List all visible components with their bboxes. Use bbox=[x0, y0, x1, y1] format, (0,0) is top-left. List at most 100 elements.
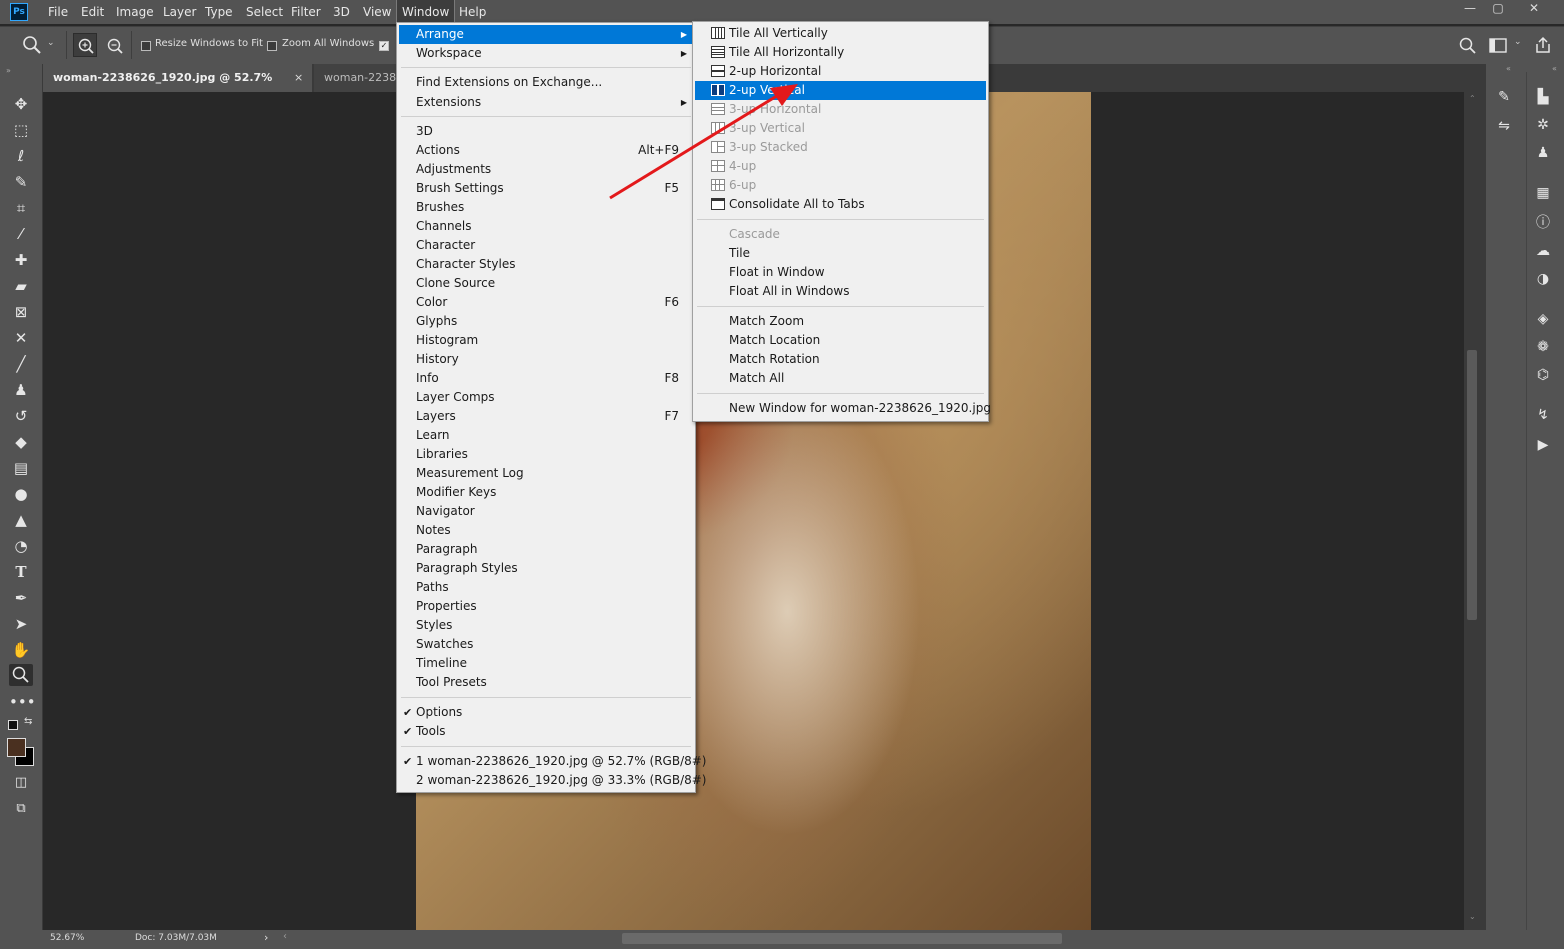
eraser-tool-icon[interactable]: ◆ bbox=[9, 431, 33, 453]
marquee-tool-icon[interactable]: ⬚ bbox=[9, 119, 33, 141]
adjustments-panel-icon[interactable]: ◑ bbox=[1531, 268, 1555, 290]
menu-item-timeline[interactable]: Timeline bbox=[399, 654, 693, 673]
menu-item-navigator[interactable]: Navigator bbox=[399, 502, 693, 521]
paths-panel-icon[interactable]: ⌬ bbox=[1531, 364, 1555, 386]
menu-item-color[interactable]: Color F6 bbox=[399, 293, 693, 312]
menu-item-float-in-window[interactable]: Float in Window bbox=[695, 263, 986, 282]
menu-item-histogram[interactable]: Histogram bbox=[399, 331, 693, 350]
tool-preset-chevron-icon[interactable]: ⌄ bbox=[47, 38, 55, 48]
menu-item-tile[interactable]: Tile bbox=[695, 244, 986, 263]
menu-select[interactable]: Select bbox=[241, 0, 288, 24]
menu-item-swatches[interactable]: Swatches bbox=[399, 635, 693, 654]
zoom-tool-selected-icon[interactable] bbox=[9, 664, 33, 686]
menu-item-match-location[interactable]: Match Location bbox=[695, 331, 986, 350]
menu-item-paths[interactable]: Paths bbox=[399, 578, 693, 597]
scroll-left-icon[interactable]: ‹ bbox=[283, 931, 287, 942]
menu-filter[interactable]: Filter bbox=[286, 0, 326, 24]
blur-tool-icon[interactable]: ● bbox=[9, 483, 33, 505]
menu-item-tool-presets[interactable]: Tool Presets bbox=[399, 673, 693, 692]
document-tab[interactable]: woman-2238626 bbox=[314, 64, 404, 92]
menu-item-workspace[interactable]: Workspace ▶ bbox=[399, 44, 693, 63]
brush-tool-icon[interactable]: ╱ bbox=[9, 353, 33, 375]
menu-item-properties[interactable]: Properties bbox=[399, 597, 693, 616]
patch-tool-icon[interactable]: ▰ bbox=[9, 275, 33, 297]
adjust-panel-icon[interactable]: ⇋ bbox=[1492, 115, 1516, 137]
collapse-dock-icon[interactable]: « bbox=[1552, 64, 1557, 73]
dodge-tool-icon[interactable]: ◔ bbox=[9, 535, 33, 557]
tab-close-icon[interactable]: × bbox=[294, 64, 303, 92]
menu-item-learn[interactable]: Learn bbox=[399, 426, 693, 445]
scroll-down-icon[interactable]: ⌄ bbox=[1469, 912, 1476, 921]
channels-panel-icon[interactable]: ❁ bbox=[1531, 336, 1555, 358]
menu-item-paragraph-styles[interactable]: Paragraph Styles bbox=[399, 559, 693, 578]
menu-item-tile-all-horizontally[interactable]: Tile All Horizontally bbox=[695, 43, 986, 62]
timeline-play-icon[interactable]: ▶ bbox=[1531, 434, 1555, 456]
menu-item-options[interactable]: ✔ Options bbox=[399, 703, 693, 722]
menu-item-float-all-in-windows[interactable]: Float All in Windows bbox=[695, 282, 986, 301]
brush-settings-panel-icon[interactable]: ✎ bbox=[1492, 86, 1516, 108]
quick-mask-icon[interactable]: ◫ bbox=[9, 772, 33, 794]
sharpen-tool-icon[interactable]: ▲ bbox=[9, 509, 33, 531]
menu-item-styles[interactable]: Styles bbox=[399, 616, 693, 635]
menu-item-info[interactable]: Info F8 bbox=[399, 369, 693, 388]
menu-item-paragraph[interactable]: Paragraph bbox=[399, 540, 693, 559]
collapse-panel-icon[interactable]: » bbox=[6, 66, 11, 75]
document-tab-active[interactable]: woman-2238626_1920.jpg @ 52.7% (RGB/8#) … bbox=[42, 64, 312, 112]
menu-item-document-2[interactable]: 2 woman-2238626_1920.jpg @ 33.3% (RGB/8#… bbox=[399, 771, 706, 790]
pen-tool-icon[interactable]: ✒ bbox=[9, 587, 33, 609]
resize-windows-checkbox[interactable] bbox=[141, 41, 151, 51]
gradient-tool-icon[interactable]: ▤ bbox=[9, 457, 33, 479]
move-tool-icon[interactable]: ✥ bbox=[9, 93, 33, 115]
maximize-icon[interactable]: ▢ bbox=[1480, 0, 1516, 18]
menu-item-tile-all-vertically[interactable]: Tile All Vertically bbox=[695, 24, 986, 43]
swap-colors-icon[interactable]: ⇆ bbox=[24, 716, 32, 727]
frame-tool-icon[interactable]: ⊠ bbox=[9, 301, 33, 323]
menu-image[interactable]: Image bbox=[111, 0, 159, 24]
content-aware-move-tool-icon[interactable]: ✕ bbox=[9, 327, 33, 349]
menu-item-notes[interactable]: Notes bbox=[399, 521, 693, 540]
menu-3d[interactable]: 3D bbox=[328, 0, 355, 24]
horizontal-scroll-thumb[interactable] bbox=[622, 933, 1062, 944]
workspace-chevron-icon[interactable]: ⌄ bbox=[1514, 37, 1522, 47]
menu-item-history[interactable]: History bbox=[399, 350, 693, 369]
menu-file[interactable]: File bbox=[43, 0, 73, 24]
path-selection-tool-icon[interactable]: ➤ bbox=[9, 613, 33, 635]
menu-layer[interactable]: Layer bbox=[158, 0, 201, 24]
search-icon[interactable] bbox=[1458, 36, 1478, 56]
crop-tool-icon[interactable]: ⌗ bbox=[9, 197, 33, 219]
workspace-icon[interactable] bbox=[1489, 37, 1509, 55]
share-icon[interactable] bbox=[1533, 35, 1553, 55]
menu-item-measurement-log[interactable]: Measurement Log bbox=[399, 464, 693, 483]
menu-window[interactable]: Window bbox=[395, 0, 456, 25]
menu-item-character-styles[interactable]: Character Styles bbox=[399, 255, 693, 274]
zoom-all-windows-checkbox[interactable] bbox=[267, 41, 277, 51]
clone-stamp-tool-icon[interactable]: ♟ bbox=[9, 379, 33, 401]
hand-tool-icon[interactable]: ✋ bbox=[9, 639, 33, 661]
navigator-panel-icon[interactable]: ✲ bbox=[1531, 114, 1555, 136]
default-colors-icon[interactable] bbox=[8, 720, 18, 730]
menu-item-document-1[interactable]: ✔ 1 woman-2238626_1920.jpg @ 52.7% (RGB/8… bbox=[399, 752, 706, 771]
layers-panel-icon[interactable]: ◈ bbox=[1531, 308, 1555, 330]
histogram-panel-icon[interactable]: ▙ bbox=[1531, 86, 1555, 108]
info-panel-icon[interactable]: ⓘ bbox=[1531, 212, 1555, 234]
scroll-up-icon[interactable]: ⌃ bbox=[1469, 94, 1476, 103]
actions-panel-icon[interactable]: ▦ bbox=[1531, 182, 1555, 204]
menu-item-match-all[interactable]: Match All bbox=[695, 369, 986, 388]
menu-item-libraries[interactable]: Libraries bbox=[399, 445, 693, 464]
zoom-level[interactable]: 52.67% bbox=[50, 933, 84, 943]
menu-item-new-window[interactable]: New Window for woman-2238626_1920.jpg bbox=[695, 399, 991, 418]
menu-item-layer-comps[interactable]: Layer Comps bbox=[399, 388, 693, 407]
menu-item-glyphs[interactable]: Glyphs bbox=[399, 312, 693, 331]
menu-item-tools[interactable]: ✔ Tools bbox=[399, 722, 693, 741]
zoom-out-icon[interactable] bbox=[104, 35, 126, 57]
menu-item-channels[interactable]: Channels bbox=[399, 217, 693, 236]
type-tool-icon[interactable]: T bbox=[9, 561, 33, 583]
menu-type[interactable]: Type bbox=[200, 0, 238, 24]
menu-item-clone-source[interactable]: Clone Source bbox=[399, 274, 693, 293]
lasso-tool-icon[interactable]: ℓ bbox=[9, 145, 33, 167]
menu-item-layers[interactable]: Layers F7 bbox=[399, 407, 693, 426]
libraries-panel-icon[interactable]: ☁ bbox=[1531, 240, 1555, 262]
menu-item-modifier-keys[interactable]: Modifier Keys bbox=[399, 483, 693, 502]
menu-item-character[interactable]: Character bbox=[399, 236, 693, 255]
healing-brush-tool-icon[interactable]: ✚ bbox=[9, 249, 33, 271]
